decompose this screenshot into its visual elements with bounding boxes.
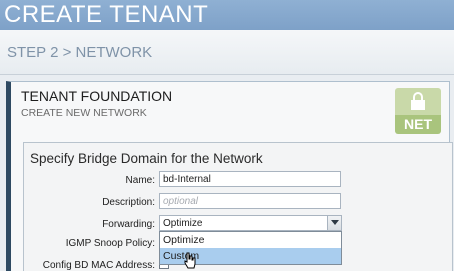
chevron-down-icon[interactable] bbox=[327, 216, 341, 230]
forwarding-select[interactable]: Optimize bbox=[159, 215, 342, 231]
description-label: Description: bbox=[102, 197, 155, 208]
section-title: Specify Bridge Domain for the Network bbox=[30, 151, 263, 166]
net-badge: NET bbox=[395, 88, 441, 134]
page-title: CREATE TENANT bbox=[4, 1, 209, 28]
name-field[interactable]: bd-Internal bbox=[159, 171, 341, 187]
step-label: STEP 2 > NETWORK bbox=[7, 44, 153, 61]
config-bd-mac-label: Config BD MAC Address: bbox=[42, 260, 155, 271]
name-label: Name: bbox=[125, 175, 155, 186]
net-badge-label: NET bbox=[395, 115, 441, 134]
igmp-snoop-policy-label: IGMP Snoop Policy: bbox=[65, 238, 155, 249]
panel-subtitle: CREATE NEW NETWORK bbox=[21, 107, 147, 119]
forwarding-selected-value: Optimize bbox=[163, 218, 203, 229]
description-field[interactable]: optional bbox=[159, 193, 341, 209]
forwarding-label: Forwarding: bbox=[102, 219, 155, 230]
panel-title: TENANT FOUNDATION bbox=[21, 88, 173, 104]
step-bar: STEP 2 > NETWORK bbox=[0, 30, 454, 75]
hand-cursor-icon bbox=[184, 252, 196, 269]
header-banner: CREATE TENANT bbox=[0, 0, 454, 30]
dropdown-option-optimize[interactable]: Optimize bbox=[160, 232, 341, 248]
lock-icon bbox=[411, 92, 425, 110]
